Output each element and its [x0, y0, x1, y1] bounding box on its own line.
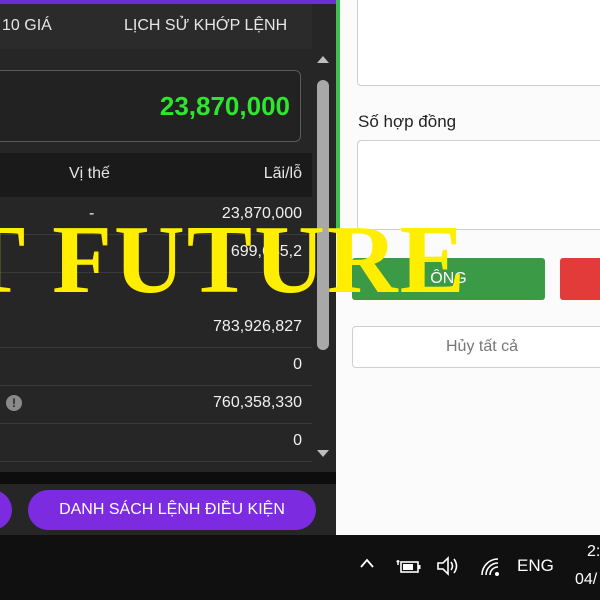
- screen: 10 GIÁ LỊCH SỬ KHỚP LỆNH 23,870,000 Vị t…: [0, 0, 600, 600]
- row-pnl: 0: [293, 432, 302, 449]
- row-pnl: 760,358,330: [213, 394, 302, 411]
- header-pnl: Lãi/lỗ: [263, 165, 302, 182]
- balance-value: 23,870,000: [159, 91, 290, 121]
- clock-time[interactable]: 2:: [587, 543, 600, 561]
- info-icon[interactable]: !: [6, 395, 22, 411]
- table-row: 783,926,827: [0, 310, 312, 348]
- price-input[interactable]: [357, 0, 600, 86]
- clock-date[interactable]: 04/: [575, 571, 597, 589]
- wifi-icon[interactable]: [478, 555, 502, 577]
- conditional-orders-button[interactable]: DANH SÁCH LỆNH ĐIỀU KIỆN: [28, 490, 316, 530]
- cancel-all-button[interactable]: Hủy tất cả: [352, 326, 600, 368]
- taskbar: [0, 535, 600, 600]
- trading-panel: 10 GIÁ LỊCH SỬ KHỚP LỆNH 23,870,000 Vị t…: [0, 0, 336, 535]
- table-row: ! 760,358,330: [0, 386, 312, 424]
- row-position: -: [89, 205, 95, 222]
- sell-button[interactable]: [560, 258, 600, 300]
- row-pnl: 23,870,000: [221, 205, 302, 222]
- input-language[interactable]: ENG: [517, 556, 554, 576]
- focus-indicator: [336, 0, 340, 230]
- table-header: Vị thế Lãi/lỗ: [0, 153, 312, 197]
- volume-icon[interactable]: [436, 555, 462, 577]
- contracts-input[interactable]: [357, 140, 600, 230]
- table-row: - 23,870,000: [0, 197, 312, 235]
- balance-box: 23,870,000: [0, 70, 301, 142]
- buy-button[interactable]: ÔNG: [352, 258, 545, 300]
- panel-divider: [0, 472, 336, 484]
- tab-10-gia[interactable]: 10 GIÁ: [2, 17, 52, 35]
- battery-plugged-icon[interactable]: [396, 556, 422, 576]
- scroll-down-arrow-icon[interactable]: [317, 450, 329, 457]
- scroll-up-arrow-icon[interactable]: [317, 56, 329, 63]
- table-row: 699,645,2: [0, 235, 312, 273]
- table-row: 0: [0, 424, 312, 462]
- row-pnl: 699,645,2: [230, 243, 302, 260]
- chevron-up-icon[interactable]: [360, 557, 374, 571]
- tab-bar: 10 GIÁ LỊCH SỬ KHỚP LỆNH: [0, 4, 312, 49]
- header-position: Vị thế: [69, 165, 110, 182]
- row-pnl: 0: [293, 356, 302, 373]
- order-list-button[interactable]: [0, 490, 12, 530]
- tab-lich-su-khop-lenh[interactable]: LỊCH SỬ KHỚP LỆNH: [124, 17, 287, 35]
- row-pnl: 783,926,827: [213, 318, 302, 335]
- contracts-label: Số hợp đồng: [358, 112, 457, 131]
- table-row: 0: [0, 348, 312, 386]
- scrollbar-thumb[interactable]: [317, 80, 329, 350]
